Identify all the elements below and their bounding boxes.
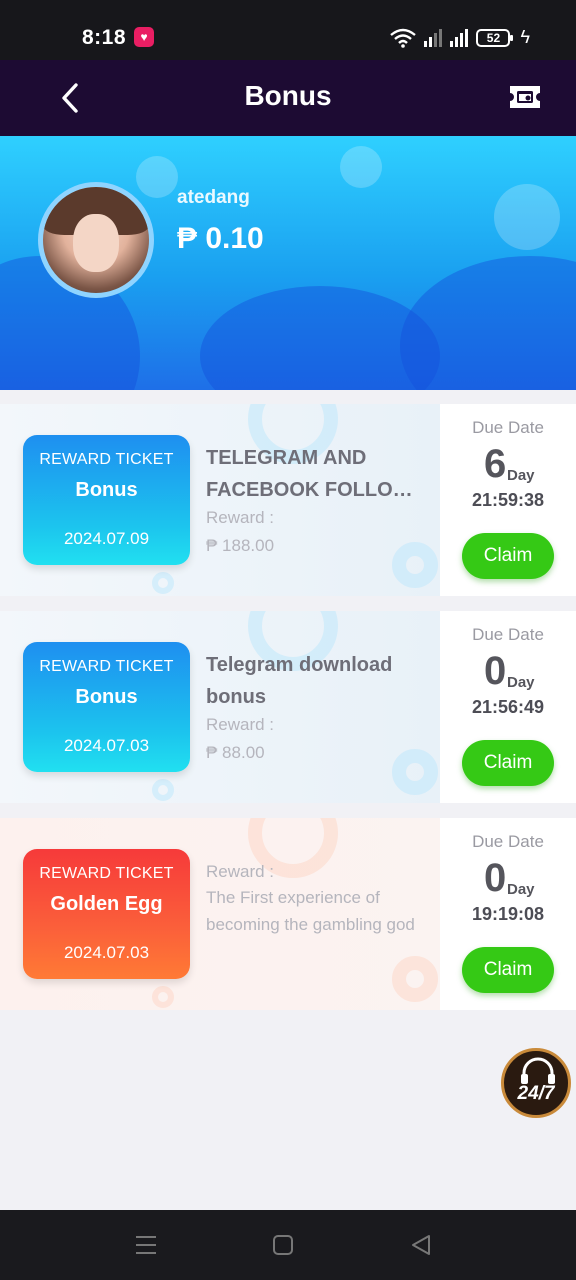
ticket-history-button[interactable] xyxy=(506,80,544,114)
status-icons: 52 ϟ xyxy=(390,27,530,48)
due-time: 19:19:08 xyxy=(471,904,545,924)
decor-ring xyxy=(392,749,438,795)
reward-card: REWARD TICKET Bonus 2024.07.09 TELEGRAM … xyxy=(0,404,576,596)
claim-button[interactable]: Claim xyxy=(462,740,554,786)
profile-banner: atedang ₱ 0.10 xyxy=(0,136,576,390)
reward-amount: ₱ 88.00 xyxy=(206,743,265,762)
decor-ring xyxy=(152,572,174,594)
reward-amount: ₱ 188.00 xyxy=(206,536,275,555)
reward-title: Telegram download bonus xyxy=(206,649,430,713)
due-days: 0 xyxy=(484,649,507,693)
back-nav-button[interactable] xyxy=(406,1230,436,1260)
signal-icon xyxy=(450,28,469,47)
due-unit: Day xyxy=(507,881,535,898)
due-time: 21:59:38 xyxy=(471,490,545,510)
status-time: 8:18 xyxy=(82,26,127,49)
decor-bubble xyxy=(136,156,178,198)
menu-nav-button[interactable] xyxy=(131,1230,161,1260)
ticket-name: Bonus xyxy=(75,479,138,501)
ticket-label: REWARD TICKET xyxy=(39,658,174,675)
reward-ticket: REWARD TICKET Golden Egg 2024.07.03 xyxy=(23,849,190,979)
reward-card: REWARD TICKET Golden Egg 2024.07.03 Rewa… xyxy=(0,818,576,1010)
signal-icon xyxy=(424,28,443,47)
due-unit: Day xyxy=(507,467,535,484)
reward-title-line1: TELEGRAM AND xyxy=(206,447,367,469)
due-days: 0 xyxy=(484,856,507,900)
menu-icon xyxy=(136,1236,156,1254)
ticket-label: REWARD TICKET xyxy=(39,451,174,468)
decor-bubble xyxy=(340,146,382,188)
reward-label: Reward : xyxy=(206,508,275,527)
back-triangle-icon xyxy=(412,1235,430,1255)
reward-title-line1: Telegram download xyxy=(206,654,393,676)
reward-label: Reward : xyxy=(206,862,275,881)
due-date-label: Due Date xyxy=(472,625,544,644)
claim-button[interactable]: Claim xyxy=(462,947,554,993)
balance: ₱ 0.10 xyxy=(177,222,264,255)
reward-title-line2: bonus xyxy=(206,686,266,708)
decor-ring xyxy=(152,986,174,1008)
decor-ring xyxy=(392,542,438,588)
ticket-date: 2024.07.03 xyxy=(63,943,150,962)
reward-label: Reward : xyxy=(206,715,275,734)
avatar xyxy=(38,182,154,298)
ticket-name: Golden Egg xyxy=(50,893,163,915)
notification-app-icon: ♥ xyxy=(134,27,154,47)
ticket-label: REWARD TICKET xyxy=(39,865,174,882)
claim-button[interactable]: Claim xyxy=(462,533,554,579)
reward-description: The First experience of becoming the gam… xyxy=(206,888,415,934)
ticket-date: 2024.07.03 xyxy=(63,736,150,755)
system-nav-bar xyxy=(0,1210,576,1280)
page-title: Bonus xyxy=(244,80,332,111)
wifi-icon xyxy=(390,28,417,48)
reward-card: REWARD TICKET Bonus 2024.07.03 Telegram … xyxy=(0,611,576,803)
decor-ring xyxy=(152,779,174,801)
reward-ticket: REWARD TICKET Bonus 2024.07.09 xyxy=(23,435,190,565)
due-date-label: Due Date xyxy=(472,418,544,437)
support-button[interactable]: 24/7 xyxy=(501,1048,571,1118)
top-app-bar: Bonus xyxy=(0,60,576,136)
reward-title: TELEGRAM AND FACEBOOK FOLLOW... xyxy=(206,442,430,506)
decor-bubble xyxy=(494,184,560,250)
ticket-name: Bonus xyxy=(75,686,138,708)
status-bar: 8:18 ♥ 52 ϟ xyxy=(0,0,576,60)
due-time: 21:56:49 xyxy=(471,697,545,717)
decor-ring xyxy=(392,956,438,1002)
battery-icon: 52 xyxy=(476,28,514,47)
reward-ticket: REWARD TICKET Bonus 2024.07.03 xyxy=(23,642,190,772)
home-nav-button[interactable] xyxy=(268,1230,298,1260)
due-date-label: Due Date xyxy=(472,832,544,851)
username: atedang xyxy=(177,187,250,208)
charging-icon: ϟ xyxy=(520,27,530,47)
due-days: 6 xyxy=(484,442,507,486)
reward-title-line2: FACEBOOK FOLLOW... xyxy=(206,479,420,501)
support-label: 24/7 xyxy=(517,1083,555,1104)
due-unit: Day xyxy=(507,674,535,691)
ticket-icon xyxy=(510,86,540,108)
decor-wave xyxy=(400,256,576,390)
home-square-icon xyxy=(273,1235,293,1255)
ticket-date: 2024.07.09 xyxy=(63,529,150,548)
